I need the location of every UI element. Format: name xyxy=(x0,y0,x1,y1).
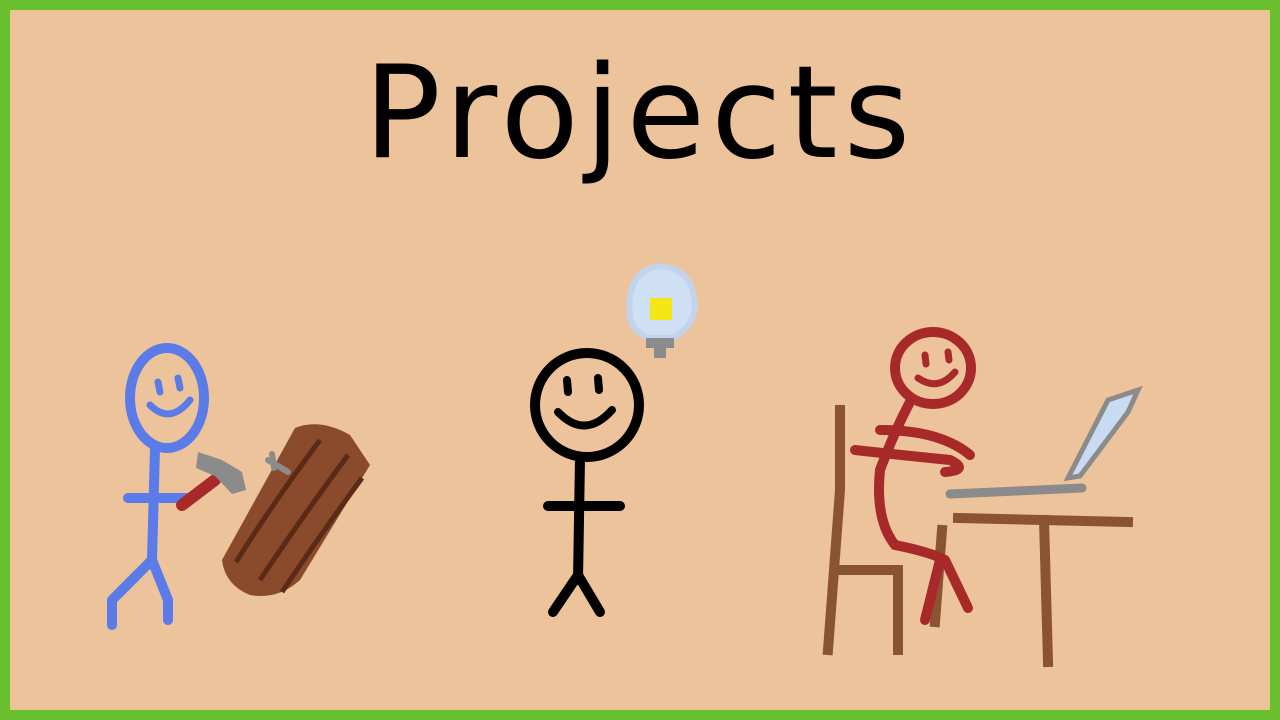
thinker-legs xyxy=(548,570,605,617)
worker-figure xyxy=(850,327,976,625)
wood-log-icon xyxy=(222,424,370,596)
hammer-icon xyxy=(176,452,246,511)
builder-head xyxy=(125,343,209,453)
laptop-icon xyxy=(945,385,1143,499)
worker-arms xyxy=(850,425,975,477)
scene-illustration xyxy=(107,262,1143,668)
builder-figure xyxy=(107,343,209,630)
drawing-canvas: Projects xyxy=(0,0,1280,720)
thinker-figure xyxy=(530,348,644,617)
thinker-head xyxy=(530,348,644,462)
builder-legs xyxy=(107,555,173,630)
thinker-face xyxy=(554,374,616,430)
thinker-body xyxy=(573,453,585,585)
worker-body xyxy=(874,397,915,550)
builder-face xyxy=(146,374,194,418)
worker-head xyxy=(890,327,976,409)
worker-face xyxy=(914,348,959,388)
worker-legs xyxy=(890,540,973,625)
builder-body xyxy=(147,443,160,565)
light-bulb-icon xyxy=(626,262,699,358)
